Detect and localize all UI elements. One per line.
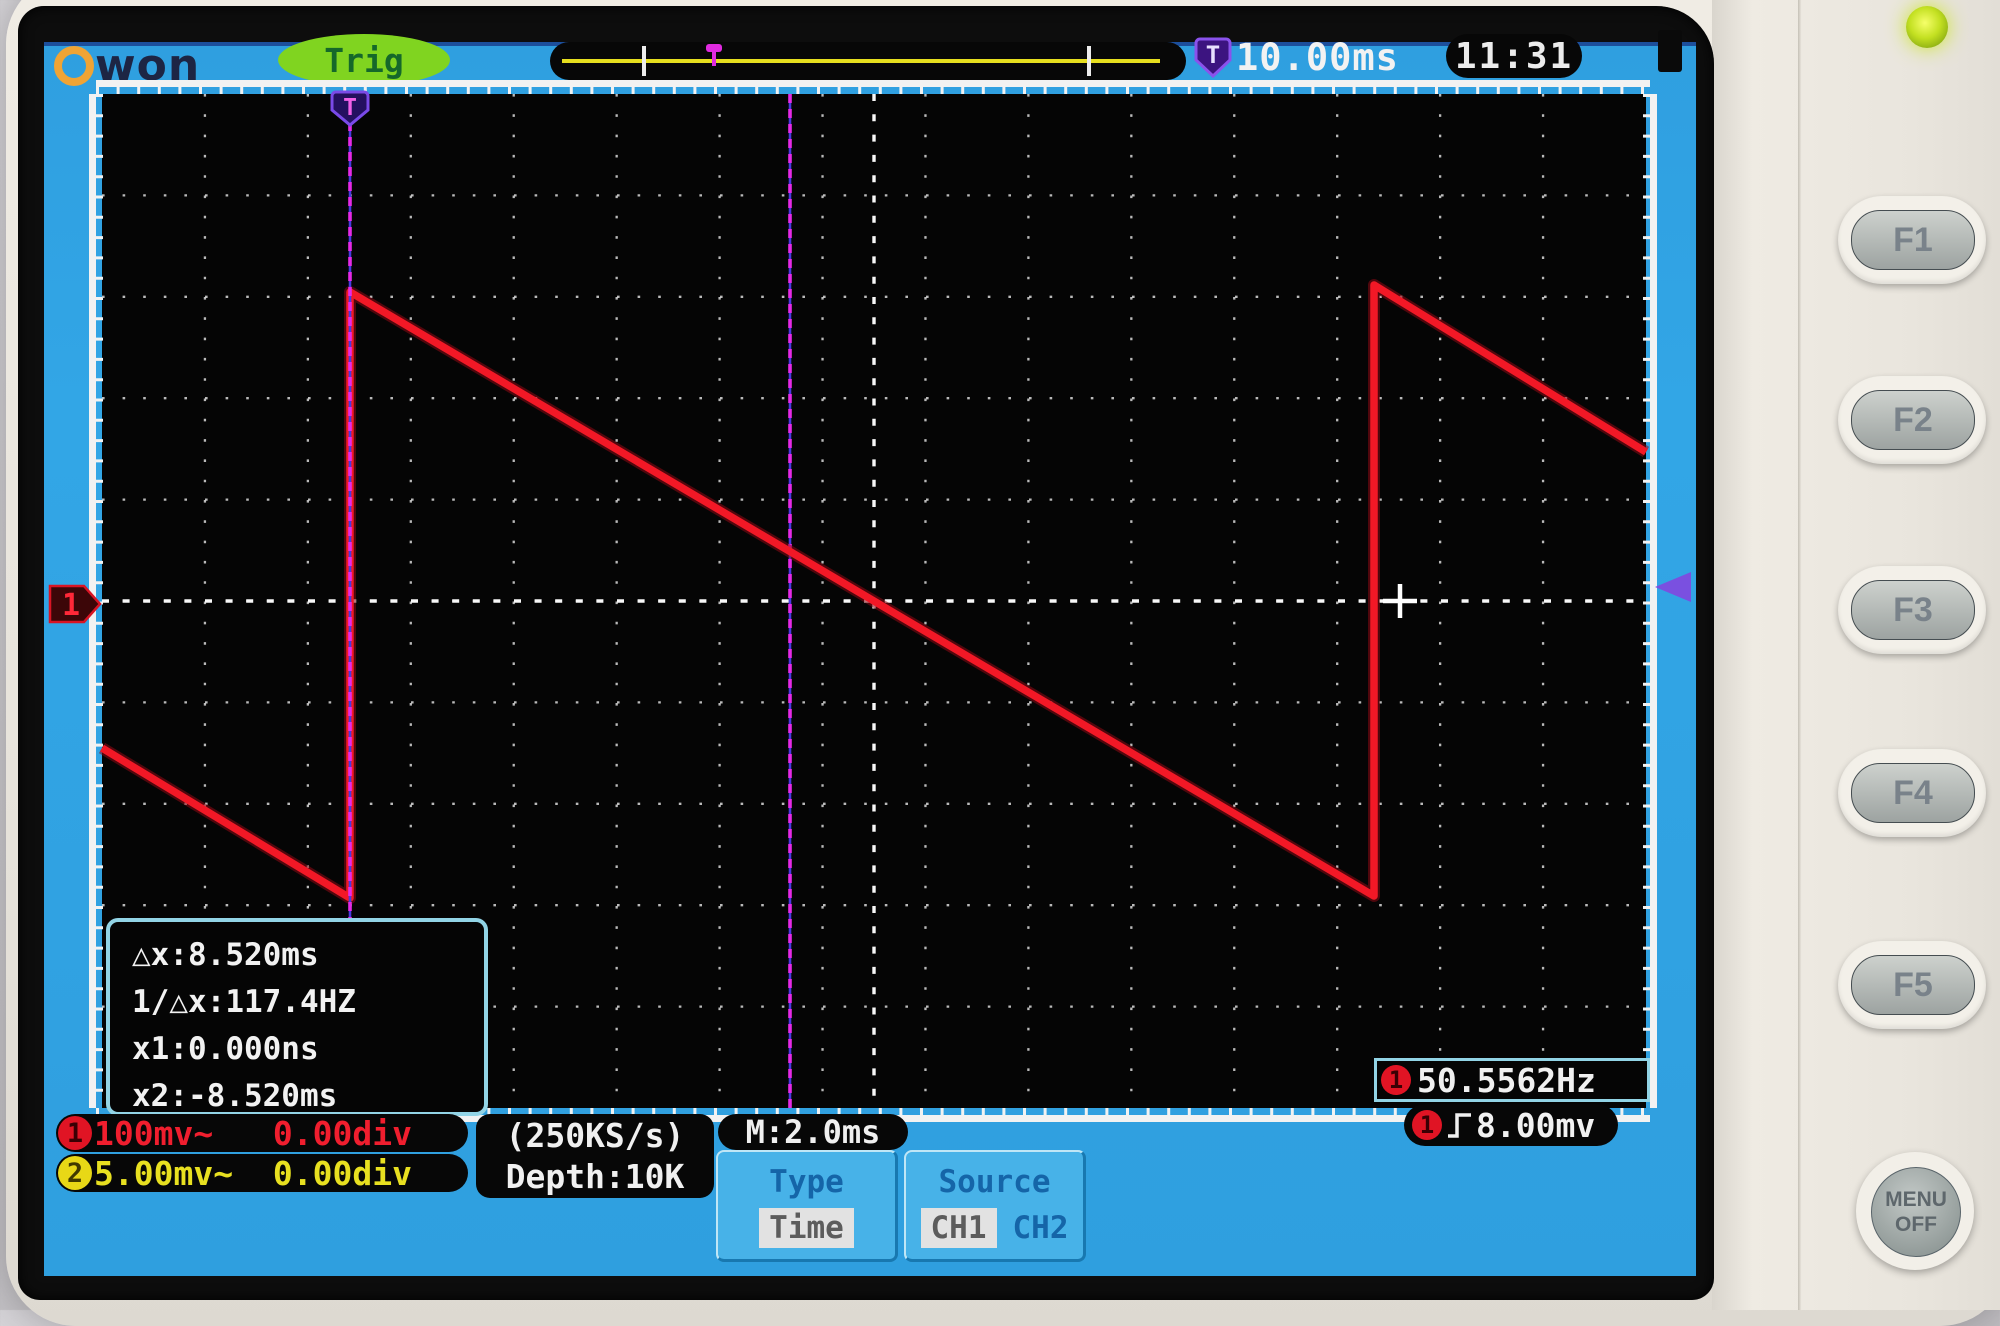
menu-off-label-line1: MENU <box>1885 1187 1947 1212</box>
f5-button-cap[interactable]: F5 <box>1851 955 1975 1015</box>
trigger-level-box: 1 8.00mv <box>1404 1104 1618 1146</box>
f2-button[interactable]: F2 <box>1838 376 1986 464</box>
menu-panel-source[interactable]: Source CH1 CH2 <box>904 1150 1086 1262</box>
f3-button[interactable]: F3 <box>1838 566 1986 654</box>
ch1-scale: 100mv~ <box>94 1114 213 1153</box>
svg-text:T: T <box>343 95 357 121</box>
menu-type-label: Type <box>769 1164 844 1200</box>
ch1-badge: 1 <box>58 1116 92 1150</box>
menu-off-button[interactable]: MENU OFF <box>1856 1152 1974 1270</box>
rising-edge-icon <box>1446 1110 1474 1140</box>
acquisition-box: (250KS/s) Depth:10K <box>476 1114 714 1198</box>
trigger-position-pin-stem <box>712 50 716 66</box>
view-window-left-tick <box>642 46 646 76</box>
trigger-t-shield-icon: T <box>1194 37 1232 79</box>
clock: 11:31 <box>1446 34 1582 78</box>
ch2-scale: 5.00mv~ <box>94 1154 233 1193</box>
ch1-position: 0.00div <box>273 1114 412 1153</box>
ch2-status-box: 2 5.00mv~ 0.00div <box>56 1154 468 1192</box>
trigger-position-readout: T 10.00ms <box>1194 36 1399 79</box>
f4-button-cap[interactable]: F4 <box>1851 763 1975 823</box>
f2-button-cap[interactable]: F2 <box>1851 390 1975 450</box>
front-panel-right <box>1712 0 2000 1310</box>
cursor-delta-x: △x:8.520ms <box>132 932 484 979</box>
menu-type-value[interactable]: Time <box>759 1208 854 1248</box>
trigger-source-badge: 1 <box>1412 1110 1442 1140</box>
f5-button[interactable]: F5 <box>1838 941 1986 1029</box>
ch2-position: 0.00div <box>273 1154 412 1193</box>
sample-rate: (250KS/s) <box>506 1115 685 1156</box>
record-extent-line <box>562 59 1160 63</box>
trigger-level-arrow-icon[interactable] <box>1655 572 1691 602</box>
menu-source-ch2-option[interactable]: CH2 <box>1013 1210 1069 1246</box>
menu-source-label: Source <box>939 1164 1051 1200</box>
panel-groove <box>1798 0 1802 1310</box>
cursor-x1: x1:0.000ns <box>132 1026 484 1073</box>
f3-button-cap[interactable]: F3 <box>1851 580 1975 640</box>
f1-button[interactable]: F1 <box>1838 196 1986 284</box>
trigger-level-value: 8.00mv <box>1476 1106 1595 1145</box>
frequency-value: 50.5562Hz <box>1417 1061 1596 1100</box>
svg-text:T: T <box>1206 41 1220 69</box>
frequency-counter-box: 1 50.5562Hz <box>1374 1058 1650 1102</box>
cursor-measurement-box: △x:8.520ms 1/△x:117.4HZ x1:0.000ns x2:-8… <box>106 918 488 1116</box>
record-depth: Depth:10K <box>506 1156 685 1197</box>
svg-text:1: 1 <box>62 588 80 623</box>
menu-off-label-line2: OFF <box>1895 1212 1937 1237</box>
battery-icon <box>1658 30 1682 72</box>
cursor-inverse-delta-x: 1/△x:117.4HZ <box>132 979 484 1026</box>
ch2-badge: 2 <box>58 1156 92 1190</box>
power-led <box>1906 6 1948 48</box>
timebase-box: M:2.0ms <box>718 1114 908 1150</box>
oscilloscope-photo: won Trig T 10.00ms 11:31 <box>0 0 2000 1310</box>
view-window-right-tick <box>1087 46 1091 76</box>
f1-button-cap[interactable]: F1 <box>1851 210 1975 270</box>
ch1-status-box: 1 100mv~ 0.00div <box>56 1114 468 1152</box>
menu-source-ch1-selected[interactable]: CH1 <box>921 1208 997 1248</box>
menu-panel-type[interactable]: Type Time <box>716 1150 898 1262</box>
ch1-badge: 1 <box>1381 1065 1411 1095</box>
menu-off-button-cap[interactable]: MENU OFF <box>1871 1167 1961 1257</box>
f4-button[interactable]: F4 <box>1838 749 1986 837</box>
trigger-position-value: 10.00ms <box>1236 36 1399 79</box>
